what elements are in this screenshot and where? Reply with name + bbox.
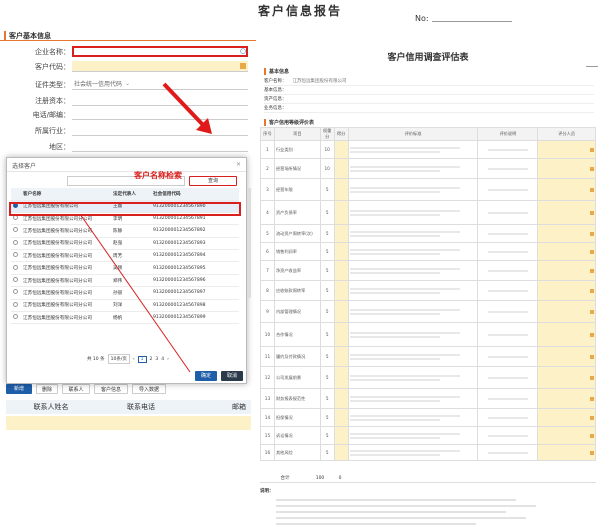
red-link-line — [79, 213, 191, 373]
